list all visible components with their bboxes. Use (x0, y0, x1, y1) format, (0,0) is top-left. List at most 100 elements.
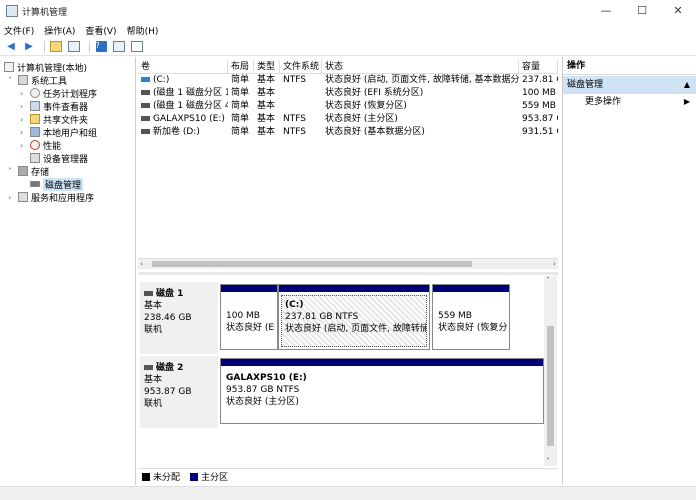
disk-2-label[interactable]: 磁盘 2 基本 953.87 GB 联机 (140, 356, 218, 428)
volume-filesystem: NTFS (283, 127, 306, 137)
expand-chevron-icon[interactable]: ˅ (8, 167, 16, 176)
volume-status: 状态良好 (EFI 系统分区) (325, 88, 424, 98)
disk-name: 磁盘 2 (156, 363, 184, 373)
legend-swatch-unallocated (142, 472, 150, 481)
device-manager-icon (30, 153, 40, 163)
disk-icon (144, 365, 153, 370)
toolbar: ◀ ▶ ? (0, 38, 696, 56)
scroll-right-icon[interactable]: › (553, 259, 556, 268)
column-header-layout[interactable]: 布局 (228, 60, 254, 74)
show-hide-tree-icon[interactable] (67, 40, 81, 54)
partition-efi[interactable]: 100 MB 状态良好 (EF (220, 284, 278, 350)
volume-type: 基本 (257, 114, 276, 124)
volume-capacity: 931.51 G (522, 127, 558, 137)
tree-item-performance[interactable]: › 性能 (20, 139, 61, 152)
minimize-button[interactable]: — (588, 0, 624, 22)
tree-item-system-tools[interactable]: ˅ 系统工具 (8, 74, 67, 87)
scroll-up-icon[interactable]: ˄ (546, 276, 550, 285)
menu-bar: 文件(F) 操作(A) 查看(V) 帮助(H) (0, 22, 696, 38)
tree-item-shared-folders[interactable]: › 共享文件夹 (20, 113, 88, 126)
column-header-volume[interactable]: 卷 (138, 60, 228, 74)
volume-status: 状态良好 (基本数据分区) (325, 127, 425, 137)
column-header-capacity[interactable]: 容量 (519, 60, 558, 74)
maximize-button[interactable]: ☐ (624, 0, 660, 22)
navigation-tree: 计算机管理(本地) ˅ 系统工具 › 任务计划程序 › 事件查看器 › 共享文件… (0, 57, 136, 485)
scroll-down-icon[interactable]: ˅ (546, 457, 550, 466)
partition-e[interactable]: GALAXPS10 (E:) 953.87 GB NTFS 状态良好 (主分区) (220, 358, 544, 424)
forward-arrow-icon[interactable]: ▶ (22, 40, 36, 54)
tree-item-event-viewer[interactable]: › 事件查看器 (20, 100, 88, 113)
column-header-type[interactable]: 类型 (254, 60, 280, 74)
event-log-icon (30, 101, 40, 111)
list-view-icon[interactable] (130, 40, 144, 54)
actions-pane: 操作 磁盘管理 ▲ 更多操作 ▶ (562, 57, 696, 485)
table-row[interactable]: (C:) 简单 基本 NTFS 状态良好 (启动, 页面文件, 故障转储, 基本… (138, 74, 558, 87)
scrollbar-thumb[interactable] (547, 326, 554, 446)
storage-icon (18, 166, 28, 176)
vertical-scrollbar[interactable]: ˄ ˅ (544, 276, 557, 466)
toolbar-separator (44, 40, 45, 53)
partition-size: 953.87 GB NTFS (226, 385, 300, 395)
actions-section-disk-management[interactable]: 磁盘管理 ▲ (563, 76, 696, 94)
up-folder-icon[interactable] (49, 40, 63, 54)
expand-chevron-icon[interactable]: › (20, 89, 28, 98)
expand-chevron-icon[interactable]: ˅ (8, 76, 16, 85)
more-actions-item[interactable]: 更多操作 ▶ (563, 94, 696, 110)
menu-action[interactable]: 操作(A) (44, 24, 75, 37)
expand-chevron-icon[interactable]: › (20, 141, 28, 150)
volume-filesystem: NTFS (283, 75, 306, 85)
tree-item-disk-management[interactable]: 磁盘管理 (30, 177, 84, 191)
expand-chevron-icon[interactable]: › (20, 115, 28, 124)
tree-item-services-apps[interactable]: › 服务和应用程序 (8, 191, 94, 204)
volume-layout: 简单 (231, 127, 250, 137)
table-row[interactable]: (磁盘 1 磁盘分区 4) 简单 基本 状态良好 (恢复分区) 559 MB (138, 100, 558, 113)
performance-icon (30, 140, 40, 150)
drive-icon (141, 129, 150, 134)
partition-status: 状态良好 (主分区) (226, 397, 299, 407)
disk-size: 238.46 GB (144, 313, 192, 323)
volume-list: 卷 布局 类型 文件系统 状态 容量 (C:) 简单 基本 NTFS 状态良好 … (138, 57, 558, 272)
window-title: 计算机管理 (22, 7, 68, 18)
volume-capacity: 100 MB (522, 88, 556, 98)
partition-legend: 未分配 主分区 (138, 468, 558, 484)
volume-capacity: 559 MB (522, 101, 556, 111)
volume-name: GALAXPS10 (E:) (153, 114, 225, 124)
column-header-filesystem[interactable]: 文件系统 (280, 60, 322, 74)
tree-item-task-scheduler[interactable]: › 任务计划程序 (20, 87, 97, 100)
tree-item-local-users[interactable]: › 本地用户和组 (20, 126, 97, 139)
tree-item-device-manager[interactable]: 设备管理器 (30, 152, 88, 165)
tree-item-root[interactable]: 计算机管理(本地) (4, 61, 87, 74)
volume-name: 新加卷 (D:) (153, 127, 200, 137)
column-header-status[interactable]: 状态 (322, 60, 519, 74)
volume-name: (磁盘 1 磁盘分区 1) (153, 88, 228, 98)
back-arrow-icon[interactable]: ◀ (4, 40, 18, 54)
expand-chevron-icon[interactable]: › (8, 193, 16, 202)
close-button[interactable]: ✕ (660, 0, 696, 22)
partition-title: GALAXPS10 (E:) (226, 373, 307, 383)
table-row[interactable]: GALAXPS10 (E:) 简单 基本 NTFS 状态良好 (主分区) 953… (138, 113, 558, 126)
pane-splitter[interactable] (138, 272, 558, 275)
expand-chevron-icon[interactable]: › (20, 102, 28, 111)
volume-status: 状态良好 (主分区) (325, 114, 398, 124)
menu-file[interactable]: 文件(F) (4, 24, 34, 37)
table-row[interactable]: 新加卷 (D:) 简单 基本 NTFS 状态良好 (基本数据分区) 931.51… (138, 126, 558, 139)
help-icon[interactable]: ? (94, 40, 108, 54)
horizontal-scrollbar[interactable]: ‹ › (138, 258, 558, 269)
volume-capacity: 953.87 G (522, 114, 558, 124)
disk-1-label[interactable]: 磁盘 1 基本 238.46 GB 联机 (140, 282, 218, 354)
menu-help[interactable]: 帮助(H) (127, 24, 159, 37)
collapse-icon[interactable]: ▲ (684, 76, 690, 94)
partition-recovery[interactable]: 559 MB 状态良好 (恢复分 (432, 284, 510, 350)
tree-item-storage[interactable]: ˅ 存储 (8, 165, 49, 178)
scrollbar-thumb[interactable] (152, 261, 472, 267)
expand-chevron-icon[interactable]: › (20, 128, 28, 137)
properties-icon[interactable] (112, 40, 126, 54)
primary-partition-bar (279, 285, 429, 292)
disk-icon (30, 181, 40, 187)
volume-layout: 简单 (231, 88, 250, 98)
table-row[interactable]: (磁盘 1 磁盘分区 1) 简单 基本 状态良好 (EFI 系统分区) 100 … (138, 87, 558, 100)
scroll-left-icon[interactable]: ‹ (140, 259, 143, 268)
menu-view[interactable]: 查看(V) (85, 24, 116, 37)
partition-c[interactable]: (C:) 237.81 GB NTFS 状态良好 (启动, 页面文件, 故障转储… (278, 284, 430, 350)
legend-label-primary: 主分区 (201, 473, 229, 483)
